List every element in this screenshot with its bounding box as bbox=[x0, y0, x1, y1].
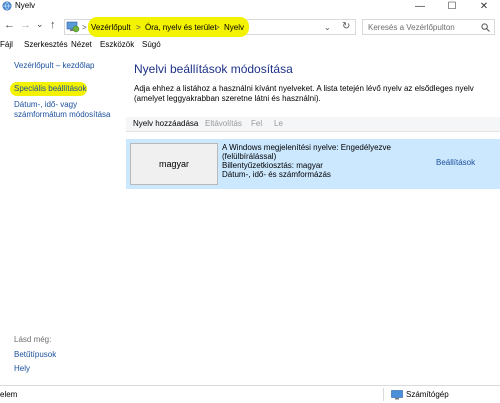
search-box[interactable] bbox=[362, 19, 495, 35]
display-language-status: A Windows megjelenítési nyelve: Engedély… bbox=[222, 143, 391, 152]
left-pane: Vezérlőpult – kezdőlap Speciális beállít… bbox=[0, 55, 120, 385]
forward-arrow-icon[interactable]: → bbox=[20, 20, 31, 31]
breadcrumb-separator: > bbox=[136, 23, 141, 32]
date-time-number-format: Dátum-, idő- és számformázás bbox=[222, 170, 331, 179]
menu-file[interactable]: Fájl bbox=[0, 40, 13, 49]
breadcrumb-control-panel[interactable]: Vezérlőpult bbox=[91, 23, 131, 32]
menu-tools[interactable]: Eszközök bbox=[100, 40, 134, 49]
navigation-bar: ← → ⌄ ↑ > Vezérlőpult > Óra, nyelv és te… bbox=[0, 14, 500, 37]
search-input[interactable] bbox=[368, 22, 478, 33]
location-computer: Számítógép bbox=[406, 390, 449, 399]
sidebar-item-fonts[interactable]: Betűtípusok bbox=[14, 350, 56, 360]
maximize-button[interactable]: ☐ bbox=[436, 0, 468, 14]
window-title: Nyelv bbox=[15, 1, 36, 10]
sidebar-item-date-time-format[interactable]: Dátum-, idő- vagy számformátum módosítás… bbox=[14, 100, 114, 120]
up-arrow-icon[interactable]: ↑ bbox=[50, 20, 56, 31]
breadcrumb-separator: > bbox=[82, 23, 87, 32]
menu-help[interactable]: Súgó bbox=[142, 40, 161, 49]
language-list-item[interactable]: magyar A Windows megjelenítési nyelve: E… bbox=[126, 139, 500, 189]
item-count: elem bbox=[0, 390, 18, 399]
sidebar-item-control-panel-home[interactable]: Vezérlőpult – kezdőlap bbox=[14, 61, 95, 71]
menu-bar: Fájl Szerkesztés Nézet Eszközök Súgó bbox=[0, 38, 500, 50]
computer-icon bbox=[391, 390, 403, 400]
remove-button[interactable]: Eltávolítás bbox=[205, 119, 242, 128]
language-globe-icon bbox=[2, 1, 12, 11]
breadcrumb-clock-language-region[interactable]: Óra, nyelv és terület bbox=[145, 23, 217, 32]
address-dropdown-icon[interactable]: ⌄ bbox=[324, 23, 331, 32]
search-icon[interactable] bbox=[481, 23, 490, 32]
sidebar-item-advanced-settings[interactable]: Speciális beállítások bbox=[14, 84, 86, 94]
add-language-button[interactable]: Nyelv hozzáadása bbox=[133, 119, 198, 128]
language-details: A Windows megjelenítési nyelve: Engedély… bbox=[222, 143, 432, 179]
language-toolbar: Nyelv hozzáadása Eltávolítás Fel Le bbox=[126, 117, 500, 132]
recent-locations-chevron-icon[interactable]: ⌄ bbox=[36, 19, 44, 30]
page-description: Adja ehhez a listához a használni kívánt… bbox=[134, 84, 474, 103]
move-down-button[interactable]: Le bbox=[274, 119, 283, 128]
page-title: Nyelvi beállítások módosítása bbox=[134, 62, 293, 76]
control-panel-icon bbox=[66, 21, 80, 33]
language-name-tile[interactable]: magyar bbox=[130, 143, 218, 185]
refresh-icon[interactable]: ↻ bbox=[342, 21, 350, 32]
menu-edit[interactable]: Szerkesztés bbox=[24, 40, 68, 49]
close-button[interactable]: ✕ bbox=[468, 0, 500, 14]
language-settings-link[interactable]: Beállítások bbox=[436, 158, 475, 167]
move-up-button[interactable]: Fel bbox=[251, 119, 262, 128]
title-bar: Nyelv — ☐ ✕ bbox=[0, 0, 500, 14]
minimize-button[interactable]: — bbox=[404, 0, 436, 14]
menu-view[interactable]: Nézet bbox=[71, 40, 92, 49]
breadcrumb-separator: > bbox=[215, 23, 220, 32]
back-arrow-icon[interactable]: ← bbox=[4, 20, 15, 31]
status-divider bbox=[383, 388, 384, 401]
see-also-label: Lásd még: bbox=[14, 335, 52, 344]
status-bar: elem Számítógép bbox=[0, 385, 500, 403]
breadcrumb-language[interactable]: Nyelv bbox=[224, 23, 244, 32]
sidebar-item-location[interactable]: Hely bbox=[14, 364, 30, 374]
override-note: (felülbírálással) bbox=[222, 152, 277, 161]
keyboard-layout: Billentyűzetkiosztás: magyar bbox=[222, 161, 323, 170]
